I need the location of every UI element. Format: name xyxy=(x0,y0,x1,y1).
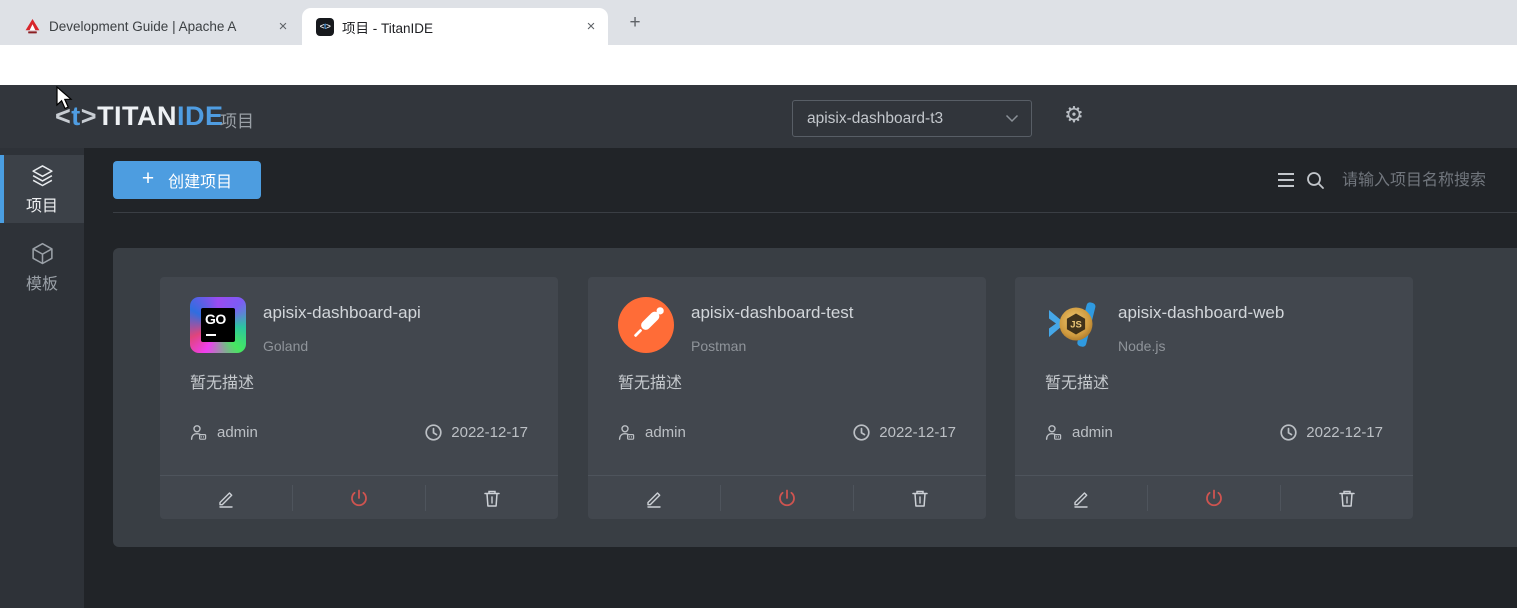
project-description: 暂无描述 xyxy=(190,369,254,393)
card-action-bar xyxy=(588,475,986,519)
project-owner: admin xyxy=(190,424,258,441)
postman-icon xyxy=(618,297,674,353)
toolbar-divider xyxy=(113,212,1517,213)
list-view-icon[interactable] xyxy=(1278,173,1294,187)
projects-panel: GO apisix-dashboard-api Goland 暂无描述 admi… xyxy=(113,248,1517,547)
app-header: <t>TITANIDE 项目 apisix-dashboard-t3 ⚙ xyxy=(0,85,1517,148)
project-owner: admin xyxy=(1045,424,1113,441)
tab-title: 项目 - TitanIDE xyxy=(342,17,582,37)
project-card[interactable]: JS apisix-dashboard-web Node.js 暂无描述 adm… xyxy=(1015,277,1413,519)
tab-close-icon[interactable]: × xyxy=(582,18,600,36)
project-date: 2022-12-17 xyxy=(1280,424,1383,441)
delete-icon[interactable] xyxy=(1281,476,1413,519)
new-tab-button[interactable]: + xyxy=(624,12,646,34)
card-action-bar xyxy=(160,475,558,519)
mouse-cursor xyxy=(56,86,76,112)
project-card[interactable]: GO apisix-dashboard-api Goland 暂无描述 admi… xyxy=(160,277,558,519)
project-tool: Node.js xyxy=(1118,338,1165,354)
nodejs-icon: JS xyxy=(1045,297,1101,353)
goland-icon: GO xyxy=(190,297,246,353)
nav-projects[interactable]: 项目 xyxy=(220,107,254,132)
clock-icon xyxy=(1280,424,1297,441)
browser-address-bar: hongxi.titanide.cn/ide/web/workspace/pro… xyxy=(0,45,1517,85)
sidebar-item-templates[interactable]: 模板 xyxy=(0,233,84,301)
search-icon[interactable] xyxy=(1306,171,1325,190)
power-icon[interactable] xyxy=(721,476,853,519)
user-icon xyxy=(1045,424,1062,441)
project-tool: Postman xyxy=(691,338,746,354)
create-project-button[interactable]: + 创建项目 xyxy=(113,161,261,199)
plus-icon: + xyxy=(142,167,154,191)
project-owner: admin xyxy=(618,424,686,441)
apisix-favicon-icon xyxy=(24,18,41,35)
main-content: + 创建项目 GO apisix-dashboard-api Goland 暂无… xyxy=(84,148,1517,608)
project-name: apisix-dashboard-test xyxy=(691,303,854,323)
tab-close-icon[interactable]: × xyxy=(274,18,292,36)
titanide-logo: <t>TITANIDE xyxy=(55,101,224,132)
clock-icon xyxy=(425,424,442,441)
project-tool: Goland xyxy=(263,338,308,354)
power-icon[interactable] xyxy=(1148,476,1280,519)
sidebar-item-projects[interactable]: 项目 xyxy=(0,155,84,223)
project-card[interactable]: apisix-dashboard-test Postman 暂无描述 admin… xyxy=(588,277,986,519)
project-date: 2022-12-17 xyxy=(853,424,956,441)
sidebar-item-label: 项目 xyxy=(26,192,58,216)
tab-title: Development Guide | Apache A xyxy=(49,19,274,34)
clock-icon xyxy=(853,424,870,441)
delete-icon[interactable] xyxy=(426,476,558,519)
browser-tab-strip: Development Guide | Apache A × <t> 项目 - … xyxy=(0,0,1517,45)
sidebar: 项目 模板 xyxy=(0,148,84,608)
tab-titanide[interactable]: <t> 项目 - TitanIDE × xyxy=(302,8,608,45)
edit-icon[interactable] xyxy=(588,476,720,519)
power-icon[interactable] xyxy=(293,476,425,519)
edit-icon[interactable] xyxy=(1015,476,1147,519)
project-description: 暂无描述 xyxy=(618,369,682,393)
chevron-down-icon xyxy=(1005,114,1019,123)
edit-icon[interactable] xyxy=(160,476,292,519)
layers-icon xyxy=(30,163,55,188)
tab-title-fade xyxy=(256,19,274,34)
cube-icon xyxy=(30,241,55,266)
svg-text:JS: JS xyxy=(1070,320,1082,331)
tab-apisix-docs[interactable]: Development Guide | Apache A × xyxy=(8,8,300,45)
user-icon xyxy=(618,424,635,441)
card-action-bar xyxy=(1015,475,1413,519)
user-icon xyxy=(190,424,207,441)
titanide-favicon-icon: <t> xyxy=(316,18,334,36)
delete-icon[interactable] xyxy=(854,476,986,519)
project-description: 暂无描述 xyxy=(1045,369,1109,393)
project-name: apisix-dashboard-api xyxy=(263,303,421,323)
sidebar-item-label: 模板 xyxy=(26,270,58,294)
project-name: apisix-dashboard-web xyxy=(1118,303,1284,323)
gear-icon[interactable]: ⚙ xyxy=(1061,102,1087,128)
project-date: 2022-12-17 xyxy=(425,424,528,441)
search-input[interactable] xyxy=(1342,168,1517,194)
workspace-select[interactable]: apisix-dashboard-t3 xyxy=(792,100,1032,137)
